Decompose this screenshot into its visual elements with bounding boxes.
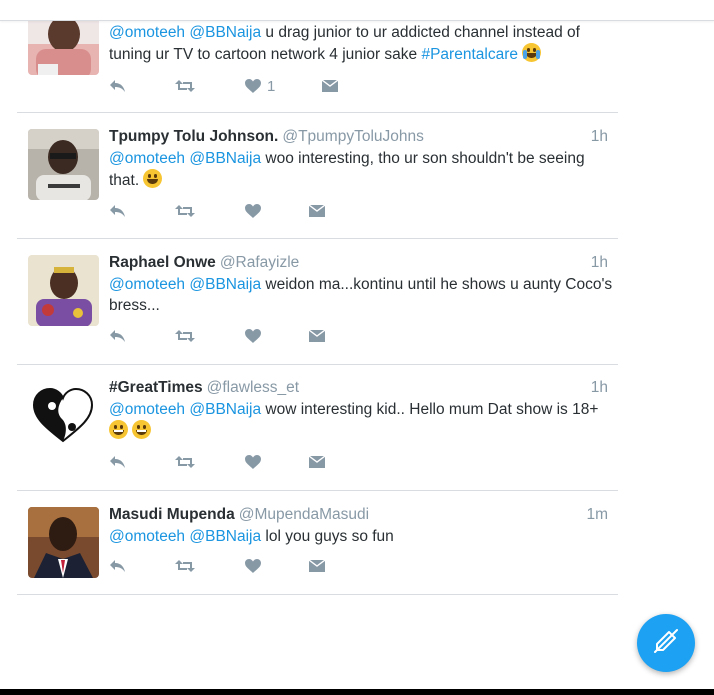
tweet-actions bbox=[109, 452, 429, 472]
heart-icon bbox=[245, 329, 261, 343]
avatar[interactable] bbox=[28, 381, 99, 452]
tweet-header: Masudi Mupenda @MupendaMasudi 1m bbox=[109, 505, 608, 525]
timestamp[interactable]: 1h bbox=[591, 127, 608, 147]
hashtag-link[interactable]: #Parentalcare bbox=[421, 46, 518, 63]
reply-button[interactable] bbox=[109, 452, 126, 472]
user-handle[interactable]: @flawless_et bbox=[207, 379, 299, 396]
direct-message-icon bbox=[309, 559, 325, 573]
tweet-text: @omoteeh @BBNaija u drag junior to ur ad… bbox=[109, 22, 615, 65]
tweet-text: @omoteeh @BBNaija weidon ma...kontinu un… bbox=[109, 274, 615, 316]
tweet[interactable]: Raphael Onwe @Rafayizle 1h @omoteeh @BBNa… bbox=[17, 239, 618, 365]
tweet-actions bbox=[109, 201, 429, 221]
like-button[interactable] bbox=[245, 201, 261, 221]
heart-icon bbox=[245, 559, 261, 573]
retweet-icon bbox=[175, 329, 195, 343]
retweet-icon bbox=[175, 204, 195, 218]
reply-icon bbox=[109, 455, 126, 469]
like-button[interactable] bbox=[245, 326, 261, 346]
heart-icon bbox=[245, 79, 261, 93]
retweet-button[interactable] bbox=[175, 556, 195, 576]
tweet-actions bbox=[109, 326, 429, 346]
bottom-edge bbox=[0, 689, 714, 695]
retweet-button[interactable] bbox=[175, 76, 195, 96]
direct-message-icon bbox=[322, 79, 338, 93]
reply-button[interactable] bbox=[109, 326, 126, 346]
emoji-grinning-face-with-teeth bbox=[132, 420, 152, 439]
direct-message-button[interactable] bbox=[322, 76, 338, 96]
mention-link[interactable]: @omoteeh bbox=[109, 276, 185, 293]
retweet-icon bbox=[175, 559, 195, 573]
avatar[interactable] bbox=[28, 129, 99, 200]
direct-message-icon bbox=[309, 329, 325, 343]
emoji-grinning-face bbox=[143, 169, 163, 188]
reply-icon bbox=[109, 329, 126, 343]
mention-link[interactable]: @omoteeh bbox=[109, 528, 185, 545]
tweet[interactable]: Tpumpy Tolu Johnson. @TpumpyToluJohns 1h … bbox=[17, 113, 618, 239]
retweet-button[interactable] bbox=[175, 326, 195, 346]
tweet-text: @omoteeh @BBNaija wow interesting kid.. … bbox=[109, 399, 615, 442]
display-name[interactable]: #GreatTimes bbox=[109, 379, 203, 396]
heart-icon bbox=[245, 204, 261, 218]
tweet-actions: 1 bbox=[109, 76, 429, 96]
direct-message-icon bbox=[309, 204, 325, 218]
timestamp[interactable]: 1h bbox=[591, 253, 608, 273]
direct-message-button[interactable] bbox=[309, 452, 325, 472]
like-button[interactable]: 1 bbox=[245, 76, 275, 96]
tweet[interactable]: #GreatTimes @flawless_et 1h @omoteeh @BBN… bbox=[17, 365, 618, 491]
retweet-icon bbox=[175, 79, 195, 93]
reply-button[interactable] bbox=[109, 76, 126, 96]
retweet-button[interactable] bbox=[175, 201, 195, 221]
direct-message-icon bbox=[309, 455, 325, 469]
reply-button[interactable] bbox=[109, 556, 126, 576]
display-name[interactable]: Masudi Mupenda bbox=[109, 506, 235, 523]
heart-icon bbox=[245, 455, 261, 469]
mention-link[interactable]: @omoteeh bbox=[109, 401, 185, 418]
tweet-header: Raphael Onwe @Rafayizle 1h bbox=[109, 253, 608, 273]
timestamp[interactable]: 1h bbox=[591, 378, 608, 398]
mention-link[interactable]: @omoteeh bbox=[109, 150, 185, 167]
tweet[interactable]: Masudi Mupenda @MupendaMasudi 1m @omoteeh… bbox=[17, 491, 618, 595]
direct-message-button[interactable] bbox=[309, 326, 325, 346]
tweet-text: @omoteeh @BBNaija woo interesting, tho u… bbox=[109, 148, 615, 191]
emoji-grinning-face-with-teeth bbox=[109, 420, 128, 439]
avatar[interactable] bbox=[28, 255, 99, 326]
tweet-text: @omoteeh @BBNaija lol you guys so fun bbox=[109, 526, 615, 547]
like-button[interactable] bbox=[245, 452, 261, 472]
reply-icon bbox=[109, 79, 126, 93]
top-app-bar bbox=[0, 0, 714, 21]
tweet-header: #GreatTimes @flawless_et 1h bbox=[109, 378, 608, 398]
reply-button[interactable] bbox=[109, 201, 126, 221]
compose-tweet-button[interactable] bbox=[637, 614, 695, 672]
mention-link[interactable]: @BBNaija bbox=[189, 150, 261, 167]
like-count: 1 bbox=[267, 77, 276, 95]
tweet-text-run: wow interesting kid.. Hello mum Dat show… bbox=[261, 401, 599, 418]
compose-tweet-icon bbox=[653, 628, 679, 659]
user-handle[interactable]: @TpumpyToluJohns bbox=[282, 128, 424, 145]
direct-message-button[interactable] bbox=[309, 556, 325, 576]
direct-message-button[interactable] bbox=[309, 201, 325, 221]
retweet-button[interactable] bbox=[175, 452, 195, 472]
user-handle[interactable]: @MupendaMasudi bbox=[239, 506, 369, 523]
display-name[interactable]: Tpumpy Tolu Johnson. bbox=[109, 128, 278, 145]
mention-link[interactable]: @BBNaija bbox=[189, 24, 261, 41]
mention-link[interactable]: @BBNaija bbox=[189, 401, 261, 418]
mention-link[interactable]: @BBNaija bbox=[189, 276, 261, 293]
user-handle[interactable]: @Rafayizle bbox=[220, 254, 299, 271]
display-name[interactable]: Raphael Onwe bbox=[109, 254, 216, 271]
tweet-actions bbox=[109, 556, 429, 576]
tweet-text-run: lol you guys so fun bbox=[261, 528, 394, 545]
timestamp[interactable]: 1m bbox=[586, 505, 608, 525]
reply-icon bbox=[109, 204, 126, 218]
retweet-icon bbox=[175, 455, 195, 469]
emoji-crying-face bbox=[522, 43, 542, 62]
tweet-header: Tpumpy Tolu Johnson. @TpumpyToluJohns 1h bbox=[109, 127, 608, 147]
avatar[interactable] bbox=[28, 507, 99, 578]
mention-link[interactable]: @omoteeh bbox=[109, 24, 185, 41]
reply-icon bbox=[109, 559, 126, 573]
mention-link[interactable]: @BBNaija bbox=[189, 528, 261, 545]
like-button[interactable] bbox=[245, 556, 261, 576]
